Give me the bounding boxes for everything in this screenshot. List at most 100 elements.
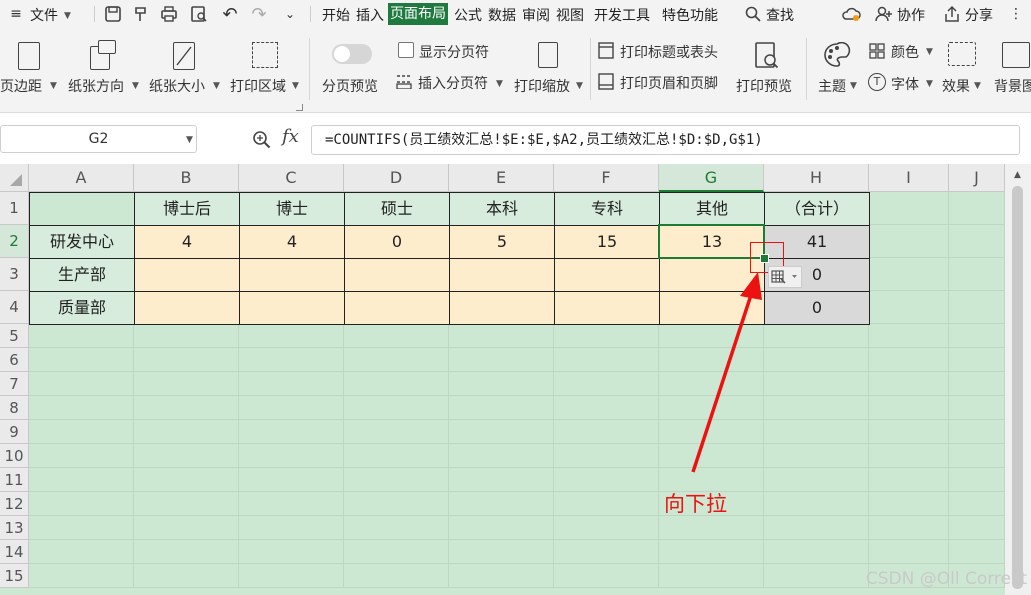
cell-j4[interactable] xyxy=(949,291,1005,324)
collaborate-label[interactable]: 协作 xyxy=(897,5,925,25)
cell-i2[interactable] xyxy=(869,225,949,258)
tab-home[interactable]: 开始 xyxy=(322,5,350,25)
print-area-button[interactable]: 打印区域 ▼ xyxy=(228,36,304,102)
search-icon[interactable] xyxy=(744,2,762,26)
cell-a2[interactable]: 研发中心 xyxy=(29,225,135,259)
scroll-up-icon[interactable]: ▲ xyxy=(1014,170,1021,180)
cell-b10[interactable] xyxy=(134,444,239,468)
print-preview-icon[interactable] xyxy=(188,2,210,26)
colors-icon[interactable] xyxy=(869,43,885,59)
search-label[interactable]: 查找 xyxy=(766,5,794,25)
cell-j12[interactable] xyxy=(949,492,1005,516)
cell-e10[interactable] xyxy=(449,444,554,468)
cell-g13[interactable] xyxy=(659,516,764,540)
tab-insert[interactable]: 插入 xyxy=(356,5,384,25)
cell-e9[interactable] xyxy=(449,420,554,444)
cell-f5[interactable] xyxy=(554,324,659,348)
cell-a8[interactable] xyxy=(29,396,134,420)
column-header-g[interactable]: G xyxy=(659,164,764,192)
cell-d8[interactable] xyxy=(344,396,449,420)
cell-b3[interactable] xyxy=(134,258,240,292)
cell-j1[interactable] xyxy=(949,192,1005,225)
cell-a12[interactable] xyxy=(29,492,134,516)
cell-c3[interactable] xyxy=(239,258,345,292)
cell-h12[interactable] xyxy=(764,492,869,516)
cell-e6[interactable] xyxy=(449,348,554,372)
cell-a14[interactable] xyxy=(29,540,134,564)
cell-j7[interactable] xyxy=(949,372,1005,396)
cell-b11[interactable] xyxy=(134,468,239,492)
cell-f1[interactable]: 专科 xyxy=(554,192,660,226)
insert-page-break-label[interactable]: 插入分页符 xyxy=(418,73,488,93)
row-header-1[interactable]: 1 xyxy=(0,192,29,225)
row-header-7[interactable]: 7 xyxy=(0,372,29,396)
insert-function-icon[interactable]: fx xyxy=(282,126,299,147)
cell-b1[interactable]: 博士后 xyxy=(134,192,240,226)
cell-f14[interactable] xyxy=(554,540,659,564)
orientation-button[interactable]: 纸张方向 ▼ xyxy=(66,36,142,102)
cell-i10[interactable] xyxy=(869,444,949,468)
cell-b12[interactable] xyxy=(134,492,239,516)
cell-f2[interactable]: 15 xyxy=(554,225,660,259)
cell-d15[interactable] xyxy=(344,564,449,588)
cell-e15[interactable] xyxy=(449,564,554,588)
colors-label[interactable]: 颜色 xyxy=(891,42,919,62)
row-header-11[interactable]: 11 xyxy=(0,468,29,492)
cell-h15[interactable] xyxy=(764,564,869,588)
column-header-f[interactable]: F xyxy=(554,164,659,192)
cell-j10[interactable] xyxy=(949,444,1005,468)
row-header-13[interactable]: 13 xyxy=(0,516,29,540)
cell-j13[interactable] xyxy=(949,516,1005,540)
file-menu[interactable]: 文件 xyxy=(30,5,58,25)
column-header-d[interactable]: D xyxy=(344,164,449,192)
fonts-dropdown-icon[interactable]: ▼ xyxy=(926,79,933,89)
cell-c4[interactable] xyxy=(239,291,345,325)
tab-page-layout[interactable]: 页面布局 xyxy=(388,3,448,25)
cell-b6[interactable] xyxy=(134,348,239,372)
cell-c8[interactable] xyxy=(239,396,344,420)
tab-formulas[interactable]: 公式 xyxy=(454,5,482,25)
cell-j5[interactable] xyxy=(949,324,1005,348)
cell-c10[interactable] xyxy=(239,444,344,468)
effects-button[interactable]: 效果 ▼ xyxy=(938,36,988,102)
cell-c6[interactable] xyxy=(239,348,344,372)
column-header-e[interactable]: E xyxy=(449,164,554,192)
print-scale-button[interactable]: 打印缩放 ▼ xyxy=(510,36,586,102)
cell-i8[interactable] xyxy=(869,396,949,420)
cell-d13[interactable] xyxy=(344,516,449,540)
file-dropdown-icon[interactable]: ▼ xyxy=(64,11,71,21)
cell-a13[interactable] xyxy=(29,516,134,540)
cell-f6[interactable] xyxy=(554,348,659,372)
cell-b2[interactable]: 4 xyxy=(134,225,240,259)
row-header-12[interactable]: 12 xyxy=(0,492,29,516)
cloud-sync-icon[interactable] xyxy=(840,2,862,26)
vertical-scrollbar[interactable]: ▲ xyxy=(1005,164,1031,595)
cell-a5[interactable] xyxy=(29,324,134,348)
cell-e14[interactable] xyxy=(449,540,554,564)
cell-f9[interactable] xyxy=(554,420,659,444)
cell-d1[interactable]: 硕士 xyxy=(344,192,450,226)
cell-b4[interactable] xyxy=(134,291,240,325)
row-header-5[interactable]: 5 xyxy=(0,324,29,348)
cell-a7[interactable] xyxy=(29,372,134,396)
zoom-formula-icon[interactable] xyxy=(252,130,272,150)
cell-e1[interactable]: 本科 xyxy=(449,192,555,226)
cell-b15[interactable] xyxy=(134,564,239,588)
scrollbar-thumb[interactable] xyxy=(1012,186,1023,589)
cell-i14[interactable] xyxy=(869,540,949,564)
fonts-label[interactable]: 字体 xyxy=(891,74,919,94)
cell-e2[interactable]: 5 xyxy=(449,225,555,259)
column-header-h[interactable]: H xyxy=(764,164,869,192)
cell-f7[interactable] xyxy=(554,372,659,396)
cell-j3[interactable] xyxy=(949,258,1005,291)
cell-e13[interactable] xyxy=(449,516,554,540)
cell-i13[interactable] xyxy=(869,516,949,540)
background-button[interactable]: 背景图 xyxy=(992,36,1031,102)
cell-c5[interactable] xyxy=(239,324,344,348)
cell-d2[interactable]: 0 xyxy=(344,225,450,259)
cell-h14[interactable] xyxy=(764,540,869,564)
cell-c14[interactable] xyxy=(239,540,344,564)
margins-button[interactable]: 页边距 ▼ xyxy=(0,36,62,102)
cell-c9[interactable] xyxy=(239,420,344,444)
cell-d6[interactable] xyxy=(344,348,449,372)
